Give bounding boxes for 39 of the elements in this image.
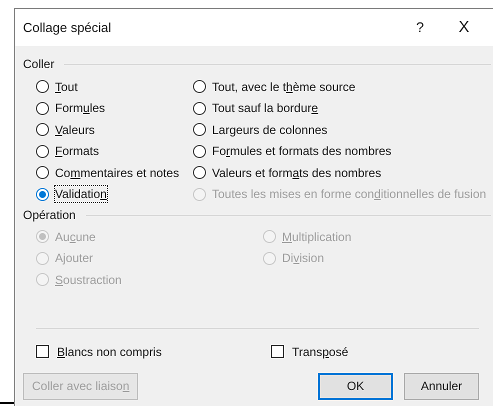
radio-button[interactable]: [193, 166, 206, 180]
option-label: Multiplication: [282, 228, 352, 245]
option-label: Validation: [55, 186, 107, 202]
option-label: Valeurs et formats des nombres: [212, 164, 382, 181]
radio-button[interactable]: [36, 102, 49, 115]
radio-button[interactable]: [36, 144, 49, 158]
radio-button[interactable]: [36, 166, 49, 180]
dialog-button[interactable]: OK: [318, 372, 393, 400]
dialog-button[interactable]: Annuler: [404, 372, 479, 400]
option-label: Formules et formats des nombres: [212, 143, 392, 160]
close-button[interactable]: X: [449, 12, 479, 42]
radio-button[interactable]: [193, 144, 206, 158]
option-label: Commentaires et notes: [55, 164, 180, 181]
option-label: Largeurs de colonnes: [212, 122, 328, 138]
checkbox-label: Blancs non compris: [57, 344, 162, 360]
help-button[interactable]: ?: [405, 12, 435, 42]
section-heading: Opération: [23, 207, 76, 224]
checkbox[interactable]: [271, 345, 284, 358]
option-label: Division: [282, 250, 324, 266]
option-label: Tout sauf la bordure: [212, 100, 318, 116]
option-label: Formules: [55, 100, 106, 116]
option-label: Soustraction: [55, 272, 122, 288]
radio-button[interactable]: [36, 188, 49, 201]
option-label: Ajouter: [55, 250, 94, 266]
radio-button[interactable]: [193, 102, 206, 115]
radio-button[interactable]: [193, 80, 206, 94]
radio-button[interactable]: [36, 80, 49, 94]
checkbox-label: Transposé: [292, 344, 348, 360]
option-label: Tout: [55, 78, 78, 95]
option-label: Toutes les mises en forme conditionnelles de fusion: [212, 186, 486, 202]
checkbox[interactable]: [36, 345, 49, 358]
option-label: Aucune: [55, 228, 96, 245]
radio-button[interactable]: [193, 123, 206, 136]
option-label: Valeurs: [55, 122, 95, 138]
radio-button[interactable]: [36, 123, 49, 136]
option-label: Tout, avec le thème source: [212, 78, 356, 95]
option-label: Formats: [55, 143, 100, 160]
window-title: Collage spécial: [23, 18, 112, 37]
section-heading: Coller: [23, 56, 54, 73]
